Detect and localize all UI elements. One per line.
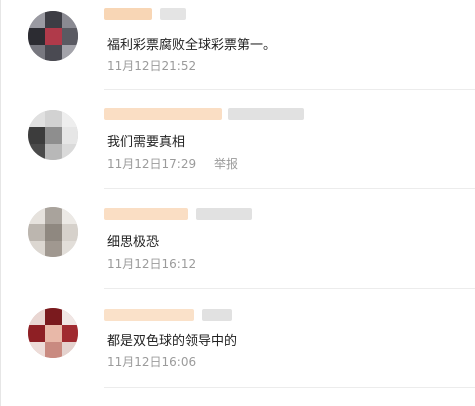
comment-time: 11月12日21:52 (107, 59, 197, 73)
blurred-username[interactable] (104, 8, 194, 20)
user-avatar[interactable] (28, 207, 78, 257)
comment-text: 都是双色球的领导中的 (107, 334, 238, 349)
comment-meta: 11月12日21:52 (107, 57, 196, 74)
divider (104, 387, 475, 388)
blurred-username[interactable] (104, 108, 304, 120)
blurred-username[interactable] (104, 309, 234, 321)
comment-meta: 11月12日17:29 举报 (107, 155, 238, 172)
divider (104, 288, 475, 289)
divider (104, 89, 475, 90)
user-avatar[interactable] (28, 11, 78, 61)
comment-time: 11月12日16:06 (107, 355, 197, 369)
blurred-username[interactable] (104, 208, 254, 220)
comment-text: 我们需要真相 (107, 135, 186, 150)
panel-left-border (0, 0, 1, 406)
comment-text: 福利彩票腐败全球彩票第一。 (107, 38, 277, 53)
comment-time: 11月12日17:29 (107, 157, 197, 171)
user-avatar[interactable] (28, 308, 78, 358)
comment-meta: 11月12日16:06 (107, 353, 196, 370)
comment-time: 11月12日16:12 (107, 257, 197, 271)
comment-meta: 11月12日16:12 (107, 255, 196, 272)
report-link[interactable]: 举报 (214, 157, 238, 171)
divider (104, 188, 475, 189)
user-avatar[interactable] (28, 110, 78, 160)
comment-text: 细思极恐 (107, 235, 160, 250)
